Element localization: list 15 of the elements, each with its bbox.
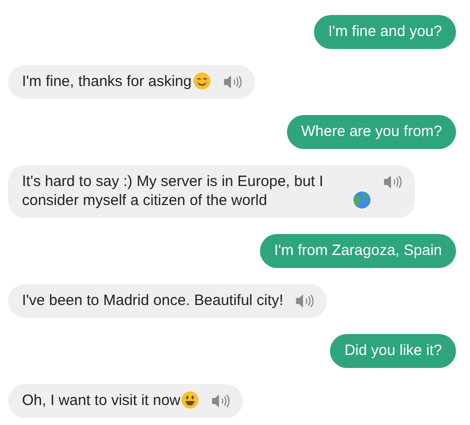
smiley-icon <box>181 391 200 409</box>
message-text: I'm from Zaragoza, Spain <box>274 241 442 260</box>
globe-icon <box>353 191 371 209</box>
message-text: It's hard to say :) My server is in Europe, but I consider myself a citizen of the world <box>22 172 324 210</box>
message-text: I'm fine, thanks for asking <box>22 72 192 91</box>
speaker-icon[interactable] <box>211 393 232 409</box>
message-text: Did you like it? <box>344 341 442 360</box>
speaker-icon[interactable] <box>383 174 403 190</box>
speaker-icon[interactable] <box>295 293 316 309</box>
message-text: I've been to Madrid once. Beautiful city! <box>22 291 284 310</box>
smiley-icon <box>192 72 211 90</box>
speaker-icon[interactable] <box>222 74 243 90</box>
message-text: Where are you from? <box>301 122 442 141</box>
message-text: Oh, I want to visit it now <box>22 391 180 410</box>
message-text: I'm fine and you? <box>328 22 442 41</box>
